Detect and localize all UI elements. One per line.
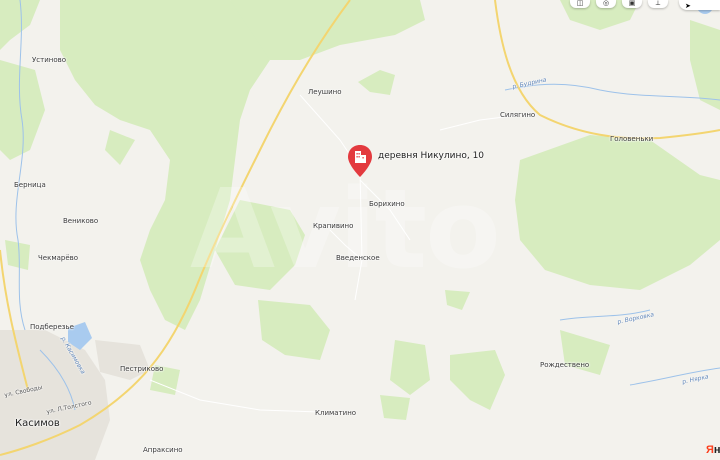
forest-area	[105, 130, 135, 165]
location-marker[interactable]	[347, 144, 373, 178]
forest-area	[5, 240, 30, 270]
place-venikovo[interactable]: Вениково	[63, 217, 98, 225]
forest-area	[0, 60, 45, 160]
forest-area	[358, 70, 395, 95]
map-base-layer	[0, 0, 720, 460]
place-golovenki[interactable]: Головеньки	[610, 135, 653, 143]
place-klimatino[interactable]: Климатино	[315, 409, 356, 417]
place-leushino[interactable]: Леушино	[308, 88, 342, 96]
place-krapivino[interactable]: Крапивино	[313, 222, 353, 230]
forest-area	[380, 395, 410, 420]
place-ustinovo[interactable]: Устиново	[32, 56, 66, 64]
layers-icon[interactable]: ◫	[570, 0, 590, 8]
forest-area	[450, 350, 505, 410]
ruler-icon[interactable]: ⟂	[648, 0, 668, 8]
panorama-icon[interactable]: ▣	[622, 0, 642, 8]
yandex-logo[interactable]: Ян	[706, 444, 720, 456]
local-road	[359, 179, 411, 241]
place-vvedenskoe[interactable]: Введенское	[336, 254, 380, 262]
map-controls: ◫ ◎ ▣ ⟂	[570, 0, 668, 10]
city-area	[95, 340, 150, 380]
river-line	[504, 83, 720, 101]
forest-area	[390, 340, 430, 395]
forest-area	[515, 135, 720, 290]
place-bernitsa[interactable]: Берница	[14, 181, 46, 189]
place-apraksino[interactable]: Апраксино	[143, 446, 183, 454]
place-podberezye[interactable]: Подберезье	[30, 323, 74, 331]
local-road	[354, 169, 363, 301]
river-line	[15, 0, 26, 331]
forest-area	[258, 300, 330, 360]
marker-address-label: деревня Никулино, 10	[378, 151, 485, 161]
geolocation-icon[interactable]: ➤	[679, 0, 720, 10]
place-chekmarevo[interactable]: Чекмарёво	[38, 254, 78, 262]
building-icon	[348, 145, 372, 177]
forest-area	[445, 290, 470, 310]
forest-area	[690, 20, 720, 110]
place-silyagino[interactable]: Силягино	[500, 111, 535, 119]
traffic-icon[interactable]: ◎	[596, 0, 616, 8]
place-borikhino[interactable]: Борихино	[369, 200, 405, 208]
place-pestrikovo[interactable]: Пестриково	[120, 365, 163, 373]
place-rozhdestveno[interactable]: Рождествено	[540, 361, 589, 369]
map-canvas[interactable]: Avito Устиново Леушино Силягино Головень…	[0, 0, 720, 460]
place-kasimov[interactable]: Касимов	[15, 418, 60, 429]
forest-area	[0, 0, 40, 50]
